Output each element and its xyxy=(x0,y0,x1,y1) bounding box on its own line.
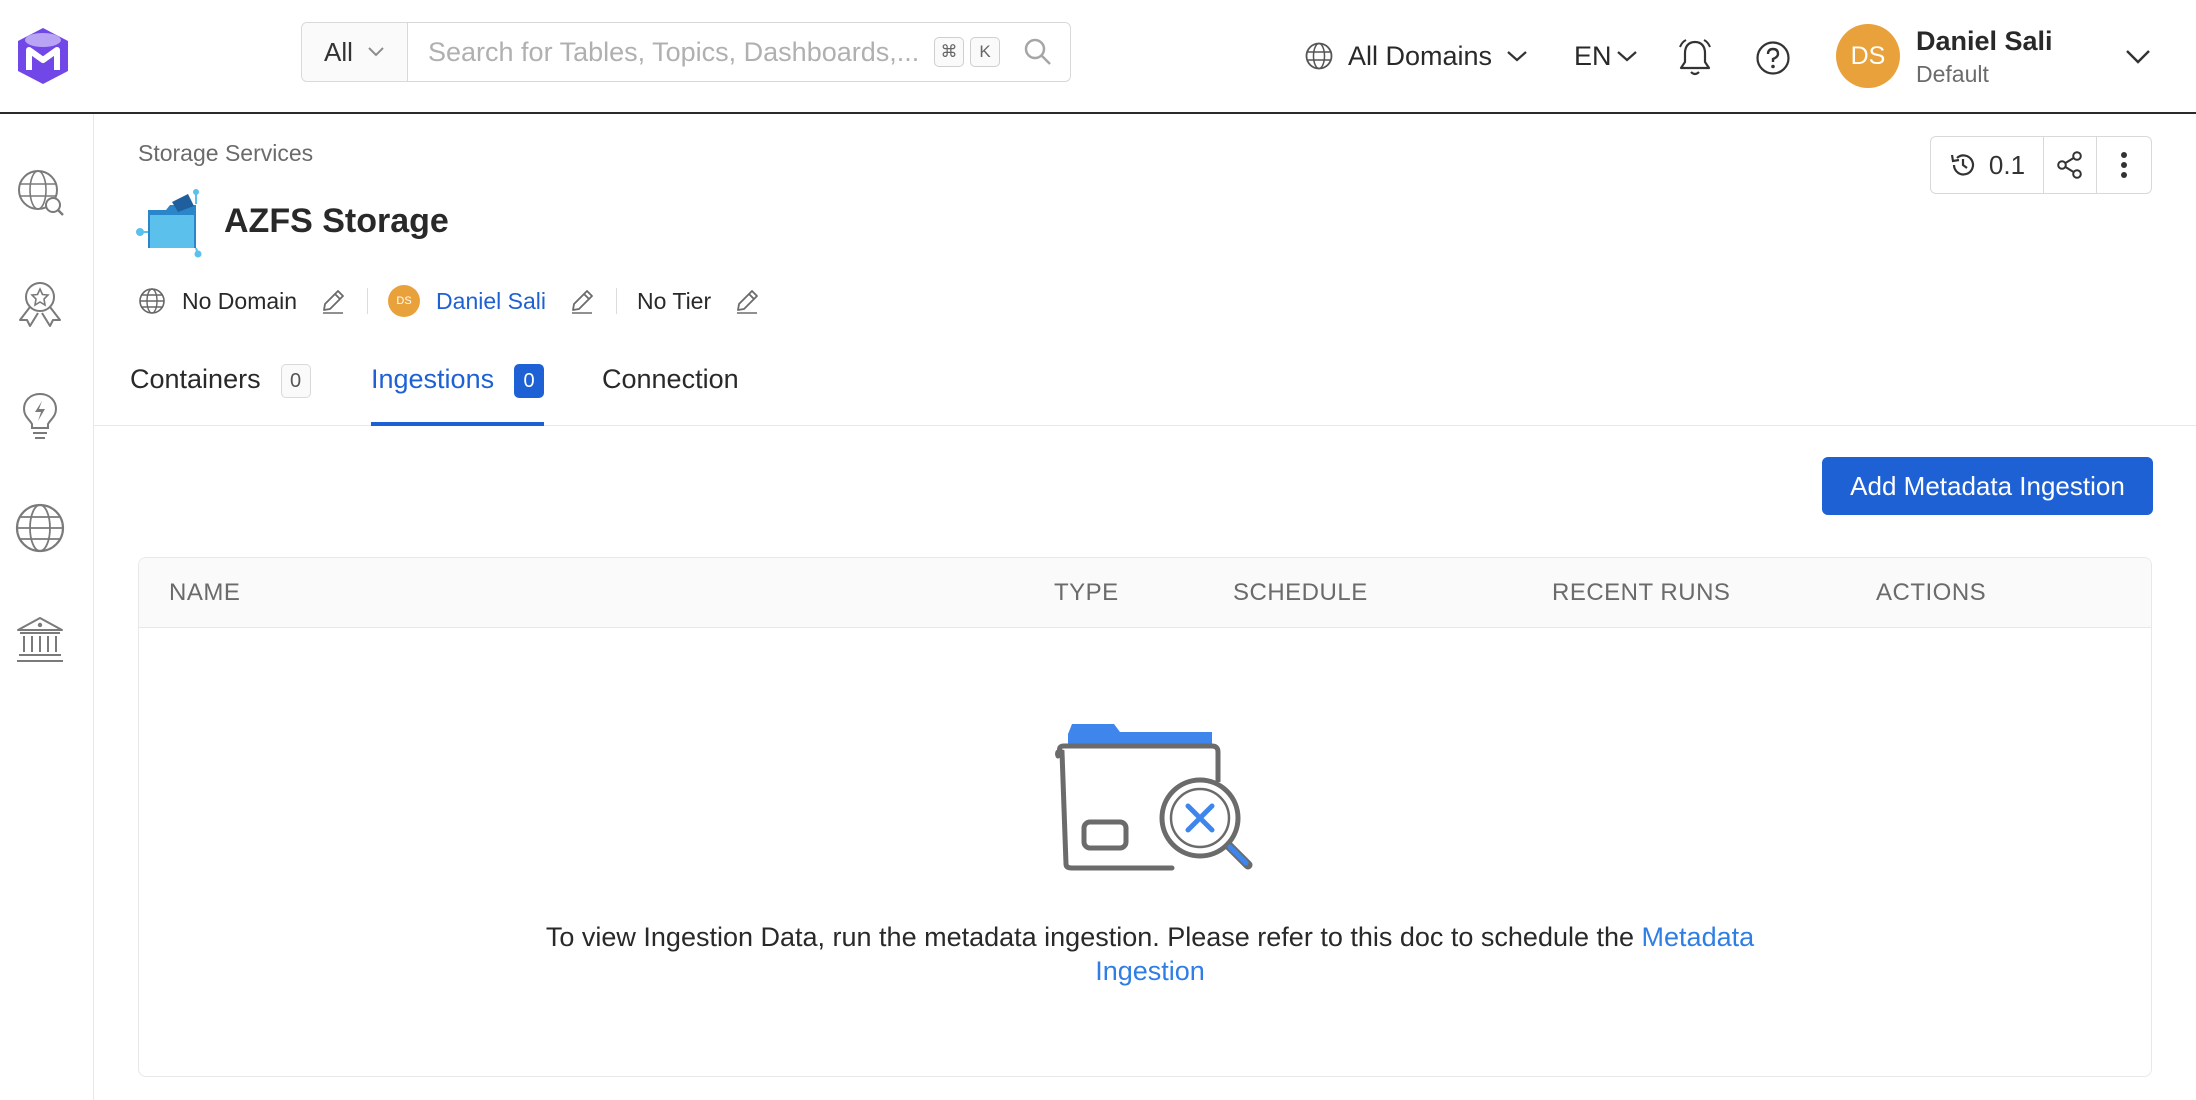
more-options-button[interactable] xyxy=(2097,137,2151,193)
user-role: Default xyxy=(1916,61,1989,87)
chevron-down-icon xyxy=(368,47,384,57)
tier-value: No Tier xyxy=(637,287,712,314)
tab-label: Containers xyxy=(130,364,261,394)
edit-tier-icon[interactable] xyxy=(733,287,761,315)
shortcut-key: K xyxy=(970,37,1000,67)
search-icon xyxy=(1024,38,1051,65)
domain-info: No Domain xyxy=(138,287,347,315)
empty-state-text: To view Ingestion Data, run the metadata… xyxy=(545,922,1635,952)
top-navbar: All ⌘ K All Domains EN DS Daniel Sali De… xyxy=(0,0,2196,114)
search-input[interactable] xyxy=(408,23,934,81)
history-icon xyxy=(1950,154,1974,176)
user-menu-chevron-icon[interactable] xyxy=(2122,40,2154,72)
azfs-storage-icon xyxy=(136,189,202,258)
tab-count-badge: 0 xyxy=(514,364,545,398)
divider xyxy=(367,288,369,314)
chevron-down-icon xyxy=(1507,51,1527,62)
tab-ingestions[interactable]: Ingestions 0 xyxy=(371,360,545,426)
version-button[interactable]: 0.1 xyxy=(1931,137,2044,193)
help-icon[interactable] xyxy=(1755,40,1791,76)
chevron-down-icon xyxy=(1616,51,1637,62)
share-button[interactable] xyxy=(2044,137,2098,193)
page-title: AZFS Storage xyxy=(224,202,449,240)
empty-folder-search-icon xyxy=(1055,724,1253,871)
entity-meta-row: No Domain DS Daniel Sali No Tier xyxy=(138,282,761,320)
divider xyxy=(616,288,617,314)
entity-actions: 0.1 xyxy=(1930,136,2152,194)
owner-info: DS Daniel Sali xyxy=(388,285,596,317)
add-metadata-ingestion-button[interactable]: Add Metadata Ingestion xyxy=(1822,457,2153,515)
notification-bell-icon[interactable] xyxy=(1676,38,1714,78)
tier-info: No Tier xyxy=(637,287,761,315)
empty-state-message: To view Ingestion Data, run the metadata… xyxy=(500,920,1800,988)
left-sidebar xyxy=(0,114,94,1100)
command-key-icon: ⌘ xyxy=(934,37,964,67)
column-header-type: TYPE xyxy=(1054,579,1119,606)
column-header-recent-runs: RECENT RUNS xyxy=(1552,579,1731,606)
search-button[interactable] xyxy=(1006,23,1070,81)
global-search: All ⌘ K xyxy=(301,22,1071,82)
owner-link[interactable]: Daniel Sali xyxy=(436,288,546,315)
language-label: EN xyxy=(1574,40,1612,71)
column-header-schedule: SCHEDULE xyxy=(1233,579,1368,606)
domain-value: No Domain xyxy=(182,287,298,314)
explore-icon[interactable] xyxy=(14,166,66,218)
app-logo-icon[interactable] xyxy=(14,26,72,86)
governance-building-icon[interactable] xyxy=(14,614,66,666)
user-avatar[interactable]: DS xyxy=(1836,24,1900,88)
globe-icon xyxy=(139,288,165,314)
version-number: 0.1 xyxy=(1988,149,2026,180)
insights-bulb-icon[interactable] xyxy=(14,390,66,442)
language-selector[interactable]: EN xyxy=(1574,36,1638,76)
kebab-menu-icon xyxy=(2121,152,2128,178)
user-name[interactable]: Daniel Sali xyxy=(1916,26,2053,57)
tab-label: Connection xyxy=(602,364,739,394)
tab-connection[interactable]: Connection xyxy=(602,360,739,426)
breadcrumb[interactable]: Storage Services xyxy=(138,140,313,167)
table-header: NAME TYPE SCHEDULE RECENT RUNS ACTIONS xyxy=(139,558,2151,628)
share-icon xyxy=(2057,151,2083,179)
search-scope-dropdown[interactable]: All xyxy=(302,23,408,81)
tab-label: Ingestions xyxy=(371,364,495,394)
column-header-actions: ACTIONS xyxy=(1876,579,1987,606)
search-scope-label: All xyxy=(324,36,353,67)
domain-selector[interactable]: All Domains xyxy=(1304,36,1528,76)
edit-domain-icon[interactable] xyxy=(319,287,347,315)
globe-icon xyxy=(1305,42,1333,70)
quality-badge-icon[interactable] xyxy=(14,278,66,330)
owner-avatar: DS xyxy=(388,285,421,317)
tab-count-badge: 0 xyxy=(280,364,311,398)
edit-owner-icon[interactable] xyxy=(568,287,596,315)
entity-tabs: Containers 0 Ingestions 0 Connection xyxy=(94,360,2196,426)
column-header-name: NAME xyxy=(169,579,241,606)
domain-selector-label: All Domains xyxy=(1348,40,1493,71)
tab-containers[interactable]: Containers 0 xyxy=(130,360,311,426)
domains-globe-icon[interactable] xyxy=(14,502,66,554)
